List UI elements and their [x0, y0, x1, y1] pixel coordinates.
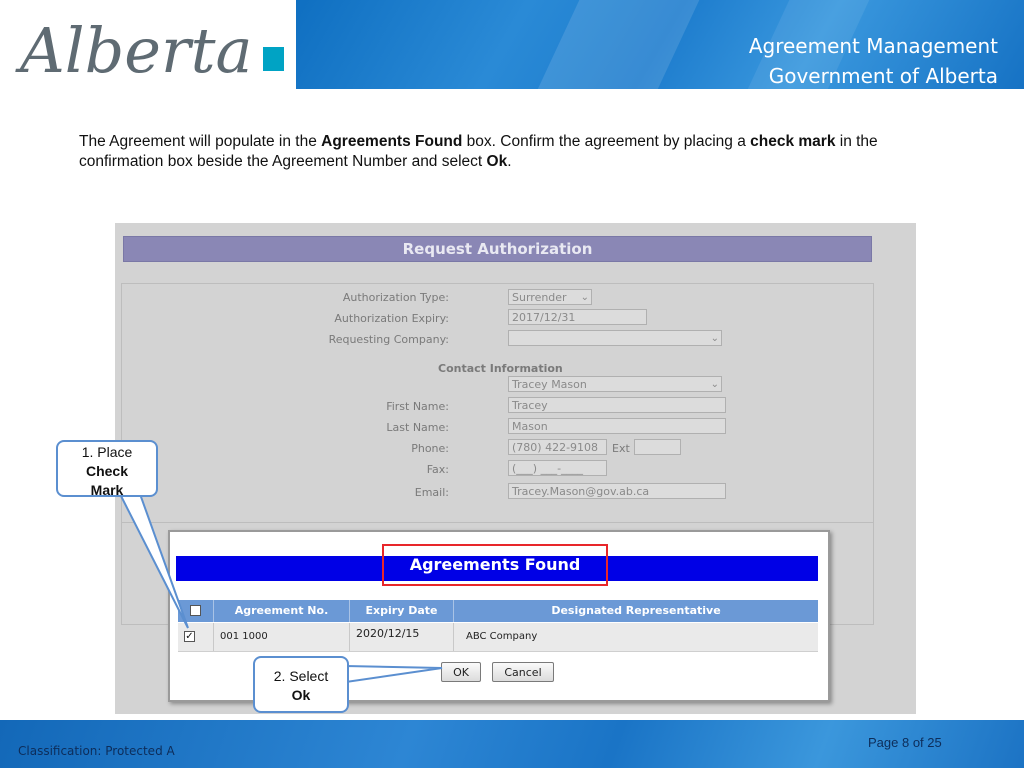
first-name-label: First Name:	[386, 400, 449, 413]
fax-label: Fax:	[426, 463, 449, 476]
callout-place-check-mark: 1. Place Check Mark	[56, 440, 158, 498]
phone-label: Phone:	[411, 442, 449, 455]
authorization-type-value: Surrender	[512, 291, 567, 304]
email-input[interactable]: Tracey.Mason@gov.ab.ca	[508, 483, 726, 499]
representative-cell: ABC Company	[466, 631, 538, 642]
last-name-label: Last Name:	[386, 421, 449, 434]
ok-button[interactable]: OK	[441, 662, 481, 682]
slide-footer: Classification: Protected A Page 8 of 25	[0, 720, 1024, 768]
column-agreement-no[interactable]: Agreement No.	[214, 600, 350, 622]
chevron-down-icon: ⌄	[710, 333, 719, 344]
callout-select-ok: 2. Select Ok	[253, 656, 349, 713]
first-name-input[interactable]: Tracey	[508, 397, 726, 413]
cancel-button[interactable]: Cancel	[492, 662, 554, 682]
check-icon: ✓	[185, 631, 194, 642]
header-title-line1: Agreement Management	[748, 34, 998, 58]
callout-1-line3: Mark	[90, 482, 124, 498]
form-divider	[122, 522, 873, 523]
authorization-type-select[interactable]: Surrender ⌄	[508, 289, 592, 305]
callout-2-line2: Ok	[291, 687, 311, 703]
column-expiry-date[interactable]: Expiry Date	[350, 600, 454, 622]
request-authorization-title: Request Authorization	[123, 236, 872, 262]
instruction-bold-check-mark: check mark	[750, 133, 836, 150]
header-title-line2: Government of Alberta	[768, 64, 998, 88]
callout-2-line1: 2. Select	[273, 668, 329, 684]
chevron-down-icon: ⌄	[710, 379, 719, 390]
last-name-input[interactable]: Mason	[508, 418, 726, 434]
authorization-type-label: Authorization Type:	[342, 291, 449, 304]
table-row[interactable]: ✓ 001 1000 2020/12/15 ABC Company	[178, 623, 818, 652]
authorization-expiry-input[interactable]: 2017/12/31	[508, 309, 647, 325]
page-number: Page 8 of 25	[868, 735, 942, 750]
select-all-column	[178, 600, 214, 622]
phone-input[interactable]: (780) 422-9108	[508, 439, 607, 455]
contact-value: Tracey Mason	[512, 378, 587, 391]
row-checkbox[interactable]: ✓	[184, 631, 195, 642]
alberta-logo-wordmark: Alberta	[15, 14, 253, 87]
slide-header: Alberta Agreement Management Government …	[0, 0, 1024, 89]
fax-input[interactable]: (___) ___-____	[508, 460, 607, 476]
contact-information-heading: Contact Information	[438, 362, 563, 375]
logo-teal-square	[263, 47, 284, 71]
header-title: Agreement Management Government of Alber…	[749, 31, 998, 91]
instruction-part: .	[507, 153, 512, 170]
callout-1-line2: Check	[85, 463, 129, 479]
ext-label: Ext	[612, 442, 630, 455]
instruction-bold-ok: Ok	[486, 153, 508, 170]
agreements-table-header: Agreement No. Expiry Date Designated Rep…	[178, 600, 818, 622]
instruction-text: The Agreement will populate in the Agree…	[79, 132, 959, 172]
alberta-logo: Alberta	[0, 0, 296, 89]
expiry-date-cell: 2020/12/15	[350, 623, 454, 651]
classification-label: Classification: Protected A	[18, 744, 175, 758]
instruction-part: The Agreement will populate in the	[79, 133, 322, 150]
agreements-found-title: Agreements Found	[382, 544, 608, 586]
ext-input[interactable]	[634, 439, 681, 455]
email-label: Email:	[414, 486, 449, 499]
select-all-checkbox[interactable]	[190, 605, 201, 616]
row-select-cell: ✓	[178, 623, 214, 651]
column-designated-representative[interactable]: Designated Representative	[454, 600, 818, 622]
authorization-expiry-label: Authorization Expiry:	[334, 312, 449, 325]
contact-select[interactable]: Tracey Mason ⌄	[508, 376, 722, 392]
instruction-part: box. Confirm the agreement by placing a	[462, 133, 751, 150]
callout-1-line1: 1. Place	[81, 444, 133, 460]
requesting-company-select[interactable]: ⌄	[508, 330, 722, 346]
chevron-down-icon: ⌄	[580, 292, 589, 303]
alberta-logo-mark: Alberta	[15, 14, 284, 87]
instruction-bold-agreements-found: Agreements Found	[321, 133, 463, 150]
agreement-no-cell: 001 1000	[214, 623, 350, 651]
requesting-company-label: Requesting Company:	[328, 333, 449, 346]
